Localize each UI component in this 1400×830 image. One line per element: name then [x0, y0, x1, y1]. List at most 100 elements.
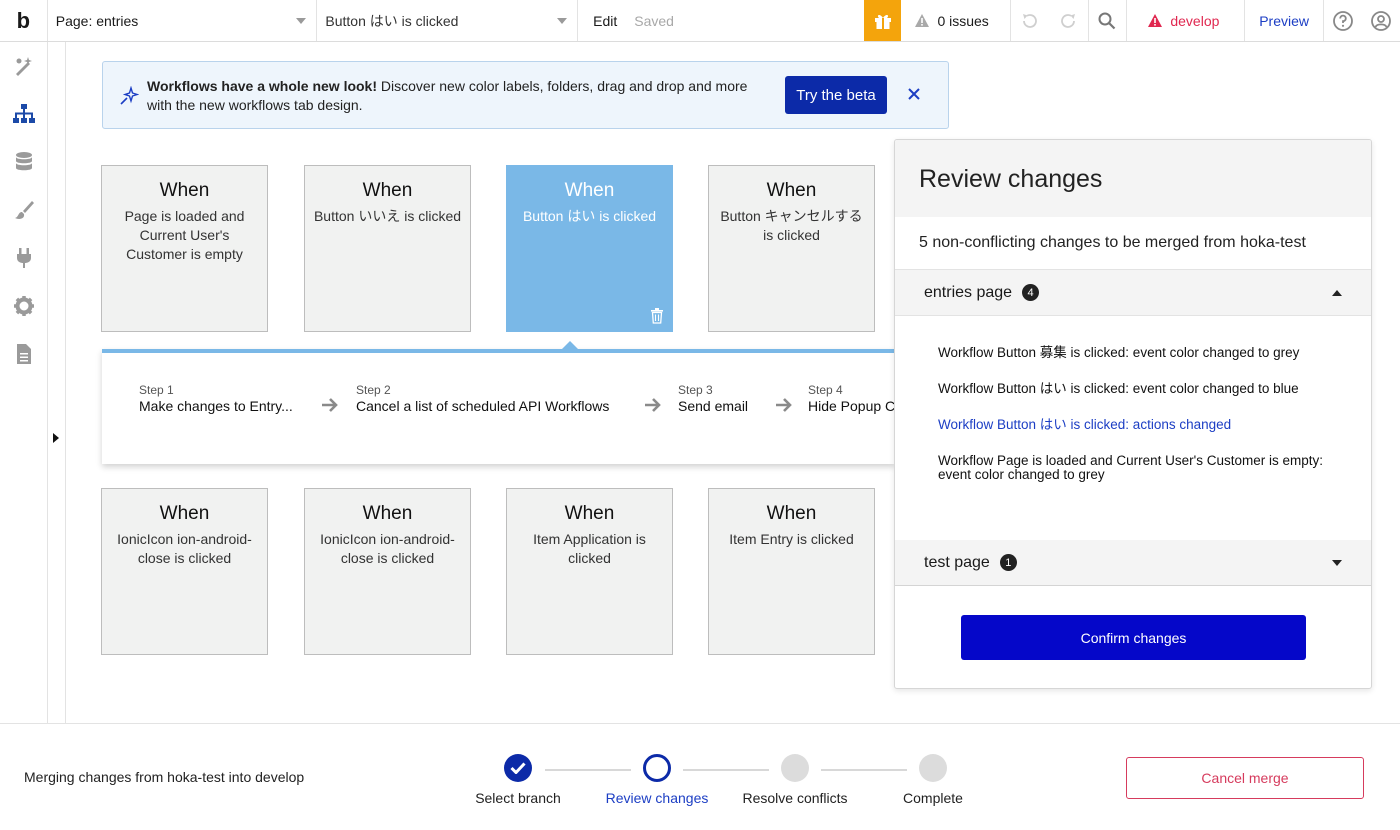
- progress-label: Select branch: [475, 790, 561, 806]
- search-icon: [1098, 12, 1116, 29]
- progress-connector: [821, 769, 907, 771]
- card-when: When: [159, 180, 210, 201]
- card-when: When: [159, 503, 210, 524]
- data-tab[interactable]: [12, 150, 36, 174]
- workflow-card[interactable]: When Page is loaded and Current User's C…: [101, 165, 268, 332]
- chevron-down-icon: [296, 17, 307, 24]
- card-event: Button はい is clicked: [522, 208, 657, 224]
- confirm-changes-button[interactable]: Confirm changes: [961, 615, 1306, 660]
- card-event: Button いいえ is clicked: [313, 208, 462, 224]
- chevron-down-icon: [557, 17, 568, 24]
- progress-label: Complete: [903, 790, 963, 806]
- top-bar: b Page: entries Button はい is clicked Edi…: [0, 0, 1400, 42]
- search-button[interactable]: [1089, 0, 1128, 41]
- banner-headline: Workflows have a whole new look!: [147, 78, 378, 94]
- workflow-card[interactable]: When Button いいえ is clicked: [304, 165, 471, 332]
- profile-button[interactable]: [1362, 0, 1400, 41]
- step-number: Step 1: [139, 383, 174, 397]
- workflow-card-selected[interactable]: When Button はい is clicked: [506, 165, 673, 332]
- progress-connector: [683, 769, 769, 771]
- card-when: When: [362, 503, 413, 524]
- card-when: When: [564, 503, 615, 524]
- step-action: Make changes to Entry...: [139, 398, 293, 414]
- section-name: entries page: [924, 283, 1013, 301]
- gift-icon: [874, 14, 891, 29]
- settings-tab[interactable]: [12, 294, 36, 318]
- card-event: Page is loaded and Current User's Custom…: [124, 208, 245, 262]
- page-select-value: Page: entries: [55, 12, 139, 29]
- preview-link[interactable]: Preview: [1245, 0, 1325, 41]
- logs-tab[interactable]: [12, 342, 36, 366]
- arrow-right-icon: [776, 398, 792, 412]
- logs-icon: [17, 344, 31, 364]
- card-when: When: [766, 180, 817, 201]
- undo-icon[interactable]: [1020, 11, 1040, 31]
- chevron-down-icon: [1332, 559, 1342, 566]
- warning-icon: [1148, 14, 1163, 27]
- workflow-card[interactable]: When Button キャンセルする is clicked: [708, 165, 875, 332]
- change-list: Workflow Button 募集 is clicked: event col…: [895, 316, 1371, 540]
- issues-button[interactable]: 0 issues: [901, 0, 1011, 41]
- workflow-card[interactable]: When Item Application is clicked: [506, 488, 673, 655]
- styles-tab[interactable]: [12, 198, 36, 222]
- undo-redo: [1011, 0, 1089, 41]
- progress-connector: [545, 769, 631, 771]
- step-action: Send email: [678, 398, 749, 414]
- design-icon: [16, 57, 32, 76]
- change-count-badge: 1: [999, 554, 1017, 571]
- gift-button[interactable]: [863, 0, 902, 41]
- new-workflows-banner: Workflows have a whole new look! Discove…: [102, 61, 949, 129]
- workflow-step[interactable]: Step 1 Make changes to Entry...: [139, 383, 293, 416]
- section-test-page[interactable]: test page 1: [895, 540, 1371, 586]
- cancel-merge-button[interactable]: Cancel merge: [1126, 757, 1364, 799]
- workflow-card[interactable]: When IonicIcon ion-android-close is clic…: [304, 488, 471, 655]
- merge-bar: Merging changes from hoka-test into deve…: [0, 723, 1400, 830]
- plugins-tab[interactable]: [12, 246, 36, 270]
- bubble-logo[interactable]: b: [0, 0, 48, 41]
- changes-summary: 5 non-conflicting changes to be merged f…: [895, 217, 1371, 270]
- edit-menu[interactable]: Edit: [593, 13, 617, 29]
- card-event: Item Entry is clicked: [729, 531, 854, 547]
- help-button[interactable]: [1324, 0, 1362, 41]
- card-event: IonicIcon ion-android-close is clicked: [117, 531, 252, 566]
- branch-selector[interactable]: develop: [1127, 0, 1245, 41]
- warning-icon: [915, 14, 930, 27]
- chevron-right-icon: [53, 433, 59, 443]
- review-changes-panel: Review changes 5 non-conflicting changes…: [894, 139, 1372, 689]
- change-item: Workflow Button はい is clicked: event col…: [938, 381, 1299, 396]
- progress-step-todo: [781, 754, 809, 782]
- workflow-step[interactable]: Step 3 Send email: [678, 383, 748, 416]
- step-action: Cancel a list of scheduled API Workflows: [356, 398, 610, 414]
- workflow-select[interactable]: Button はい is clicked: [317, 0, 579, 41]
- selection-pointer: [562, 341, 578, 349]
- page-select[interactable]: Page: entries: [48, 0, 318, 41]
- check-icon: [510, 762, 526, 774]
- redo-icon[interactable]: [1058, 11, 1078, 31]
- trash-icon[interactable]: [650, 308, 664, 324]
- workflow-icon: [13, 104, 35, 123]
- edit-status: Edit Saved: [578, 0, 864, 41]
- banner-text: Workflows have a whole new look! Discove…: [147, 77, 762, 115]
- design-tab[interactable]: [12, 54, 36, 78]
- panel-toggle[interactable]: [48, 42, 66, 723]
- step-number: Step 4: [808, 383, 843, 397]
- workflow-card[interactable]: When Item Entry is clicked: [708, 488, 875, 655]
- step-action: Hide Popup C: [808, 398, 896, 414]
- section-entries-page[interactable]: entries page 4: [895, 270, 1371, 316]
- chevron-up-icon: [1332, 289, 1342, 296]
- card-when: When: [362, 180, 413, 201]
- sparkle-icon: [120, 86, 139, 105]
- help-icon: [1333, 10, 1354, 31]
- try-beta-button[interactable]: Try the beta: [785, 76, 887, 114]
- close-icon[interactable]: [907, 87, 921, 101]
- progress-step-current: [643, 754, 671, 782]
- workflow-tab[interactable]: [12, 102, 36, 126]
- change-item: Workflow Page is loaded and Current User…: [938, 453, 1323, 482]
- workflow-steps: Step 1 Make changes to Entry... Step 2 C…: [102, 341, 895, 464]
- section-name: test page: [924, 553, 990, 571]
- workflow-step[interactable]: Step 2 Cancel a list of scheduled API Wo…: [356, 383, 609, 416]
- change-item-link[interactable]: Workflow Button はい is clicked: actions c…: [938, 418, 1331, 432]
- progress-step-done: [504, 754, 532, 782]
- workflow-step[interactable]: Step 4 Hide Popup C: [808, 383, 895, 416]
- workflow-card[interactable]: When IonicIcon ion-android-close is clic…: [101, 488, 268, 655]
